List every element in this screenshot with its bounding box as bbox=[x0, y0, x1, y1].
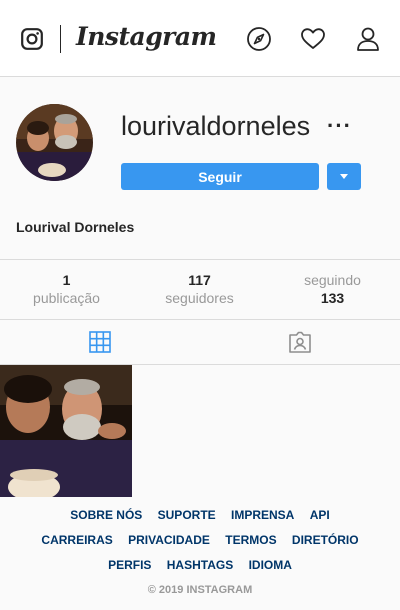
posts-count: 1 publicação bbox=[0, 271, 133, 307]
tagged-icon[interactable] bbox=[288, 330, 312, 354]
footer-link-directory[interactable]: DIRETÓRIO bbox=[292, 533, 359, 547]
post-thumbnail[interactable] bbox=[0, 365, 132, 497]
profile-header: lourivaldorneles ··· Seguir Lourival Dor… bbox=[0, 78, 400, 259]
more-options-button[interactable]: ··· bbox=[327, 113, 352, 139]
footer-row-3: PERFIS HASHTAGS IDIOMA bbox=[0, 555, 400, 580]
followers-count-label: seguidores bbox=[165, 290, 234, 306]
suggestions-dropdown-button[interactable] bbox=[327, 163, 361, 190]
follow-button[interactable]: Seguir bbox=[121, 163, 319, 190]
footer-link-language[interactable]: IDIOMA bbox=[249, 558, 292, 572]
footer-link-support[interactable]: SUPORTE bbox=[158, 508, 216, 522]
followers-count-value: 117 bbox=[188, 272, 211, 288]
footer-link-privacy[interactable]: PRIVACIDADE bbox=[128, 533, 210, 547]
profile-full-name: Lourival Dorneles bbox=[16, 219, 135, 235]
footer-row-1: SOBRE NÓS SUPORTE IMPRENSA API bbox=[0, 505, 400, 530]
footer-link-profiles[interactable]: PERFIS bbox=[108, 558, 151, 572]
followers-count[interactable]: 117 seguidores bbox=[133, 271, 266, 307]
footer-link-terms[interactable]: TERMOS bbox=[225, 533, 276, 547]
user-icon[interactable] bbox=[355, 26, 381, 52]
instagram-wordmark[interactable]: Instagram bbox=[76, 22, 217, 51]
footer-link-about[interactable]: SOBRE NÓS bbox=[70, 508, 142, 522]
instagram-logo-icon[interactable] bbox=[21, 28, 43, 50]
footer-row-2: CARREIRAS PRIVACIDADE TERMOS DIRETÓRIO bbox=[0, 530, 400, 555]
chevron-down-icon bbox=[340, 174, 348, 179]
following-count[interactable]: seguindo 133 bbox=[266, 271, 399, 307]
compass-icon[interactable] bbox=[246, 26, 272, 52]
footer-link-hashtags[interactable]: HASHTAGS bbox=[167, 558, 233, 572]
avatar[interactable] bbox=[16, 104, 93, 181]
grid-icon[interactable] bbox=[88, 330, 112, 354]
posts-count-label: publicação bbox=[33, 290, 100, 306]
profile-tabs bbox=[0, 320, 400, 365]
posts-count-value: 1 bbox=[62, 272, 71, 288]
following-count-label: seguindo bbox=[304, 272, 361, 288]
copyright-text: © 2019 INSTAGRAM bbox=[147, 584, 253, 596]
footer-link-api[interactable]: API bbox=[310, 508, 330, 522]
footer-links: SOBRE NÓS SUPORTE IMPRENSA API CARREIRAS… bbox=[0, 505, 400, 580]
heart-icon[interactable] bbox=[300, 26, 326, 52]
header-divider bbox=[60, 25, 61, 53]
footer-link-careers[interactable]: CARREIRAS bbox=[41, 533, 112, 547]
following-count-value: 133 bbox=[320, 290, 345, 306]
profile-username: lourivaldorneles bbox=[121, 111, 311, 141]
footer-link-press[interactable]: IMPRENSA bbox=[231, 508, 294, 522]
profile-stats: 1 publicação 117 seguidores seguindo 133 bbox=[0, 259, 400, 320]
top-navigation-bar: Instagram bbox=[0, 0, 400, 77]
